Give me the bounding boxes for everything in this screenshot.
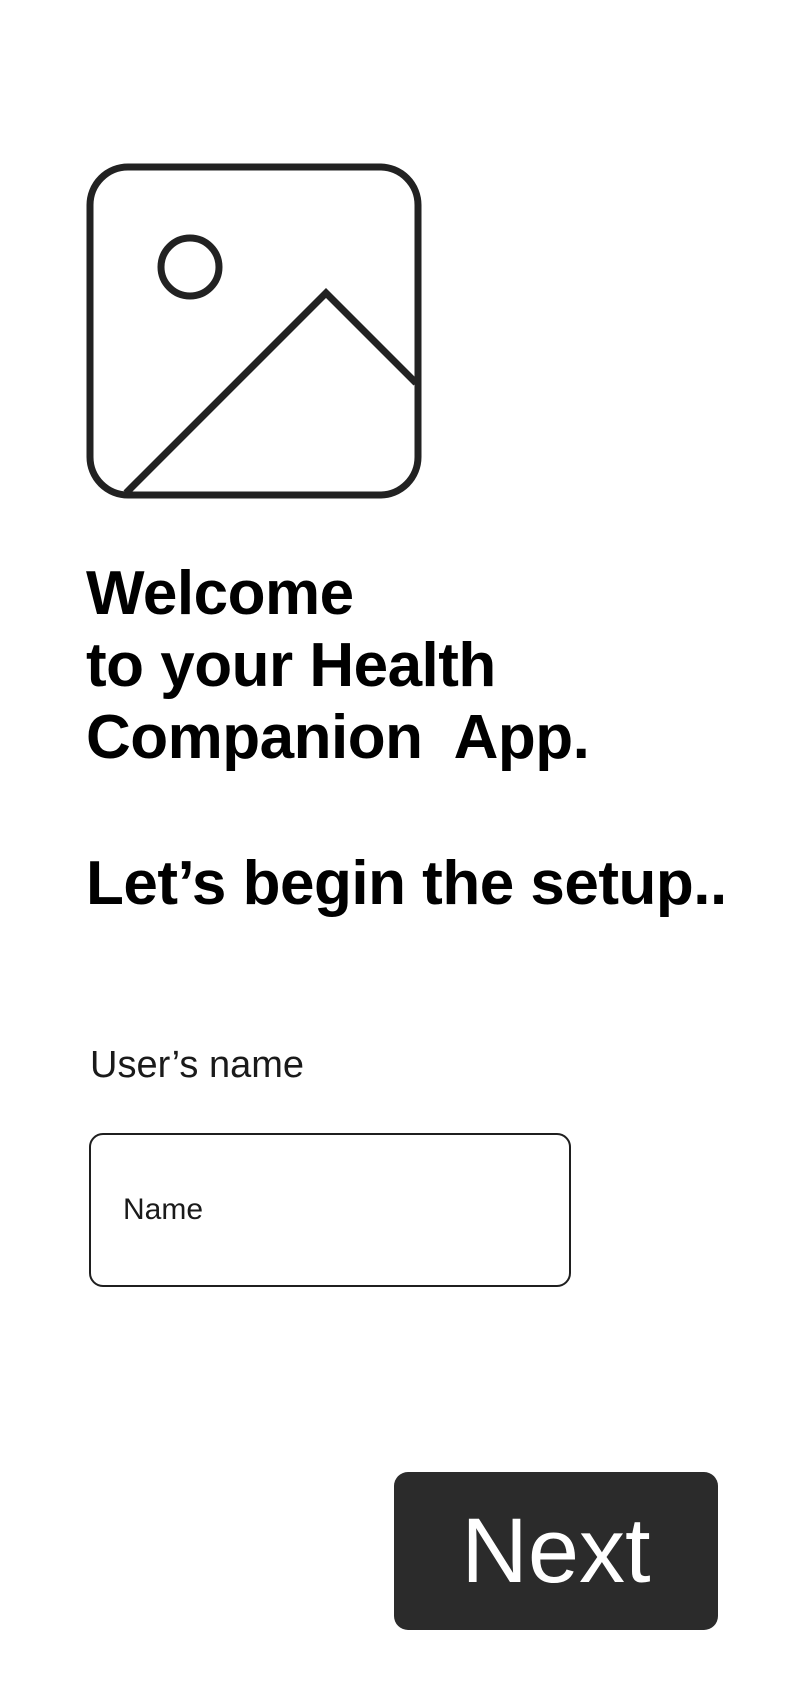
name-input[interactable] bbox=[89, 1133, 571, 1287]
welcome-line-3: Companion App. bbox=[86, 703, 590, 772]
welcome-heading: Welcome to your Health Companion App. bbox=[86, 558, 726, 774]
setup-subtitle: Let’s begin the setup.. bbox=[86, 849, 727, 918]
image-placeholder-icon bbox=[86, 163, 422, 499]
welcome-line-1: Welcome bbox=[86, 559, 354, 628]
name-field-label: User’s name bbox=[90, 1044, 305, 1086]
welcome-line-2: to your Health bbox=[86, 631, 496, 700]
next-button[interactable]: Next bbox=[394, 1472, 718, 1630]
